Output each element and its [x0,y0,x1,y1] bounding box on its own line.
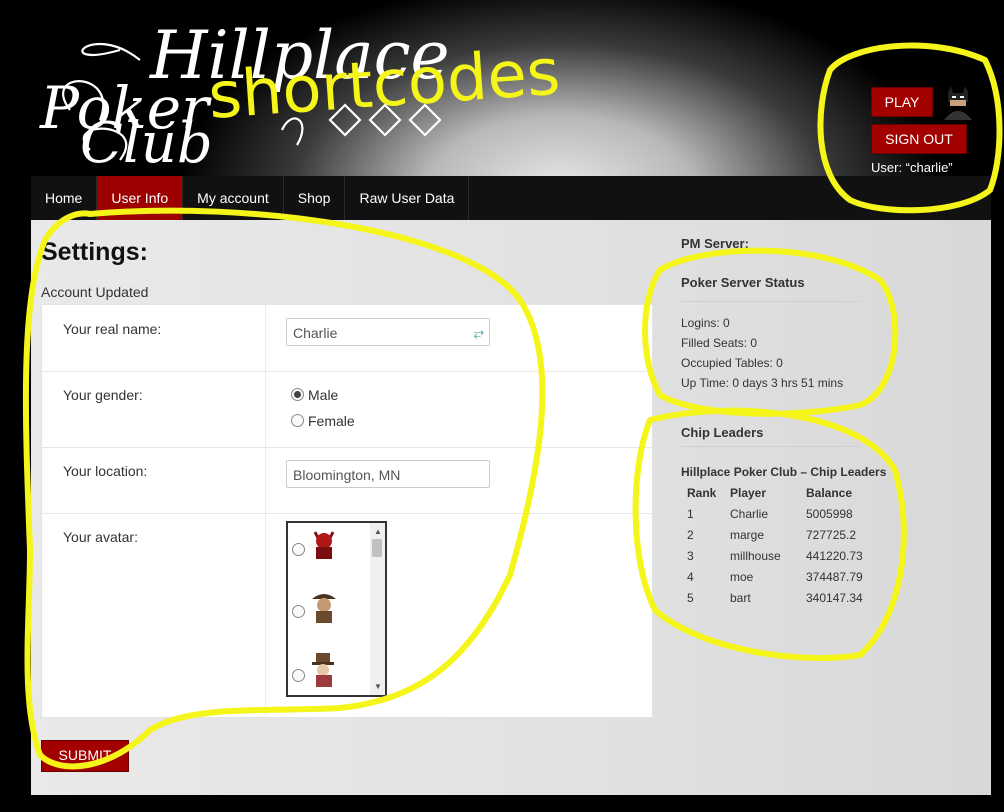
content-area: Settings: Account Updated Your real name… [31,220,991,795]
mad-hatter-avatar-icon [312,653,334,687]
player-header: Player [730,486,767,500]
leaderboard-title: Hillplace Poker Club – Chip Leaders [681,465,887,479]
scroll-down-icon[interactable]: ▼ [374,682,382,691]
play-button[interactable]: PLAY [871,87,933,117]
autofill-icon[interactable]: ⥂ [474,319,484,347]
divider [681,301,861,302]
gender-female-radio[interactable]: Female [291,413,355,429]
player-cell: moe [730,570,754,584]
form-row-name: Your real name: Charlie ⥂ [42,305,652,372]
form-row-gender: Your gender: Male Female [42,371,652,448]
leaderboard-row: 5 bart 340147.34 [687,588,863,609]
avatar-option[interactable] [292,653,334,687]
chip-leaders-title: Chip Leaders [681,425,764,440]
leaderboard-header: Rank Player Balance [687,483,863,504]
server-status-title: Poker Server Status [681,275,805,290]
radio-unchecked-icon[interactable] [292,543,305,556]
sign-out-button[interactable]: SIGN OUT [871,124,967,154]
leaderboard-row: 2 marge 727725.2 [687,525,863,546]
pirate-avatar-icon [312,594,336,623]
form-row-avatar: Your avatar: ▲ ▼ [42,513,652,716]
gender-female-label: Female [308,413,355,429]
divider [681,446,861,447]
avatar-label: Your avatar: [63,529,138,545]
filled-seats-stat: Filled Seats: 0 [681,336,758,350]
radio-unchecked-icon[interactable] [292,605,305,618]
scroll-up-icon[interactable]: ▲ [374,527,382,536]
leaderboard-row: 3 millhouse 441220.73 [687,546,863,567]
avatar-listbox[interactable]: ▲ ▼ [286,521,387,697]
status-message: Account Updated [41,284,149,300]
leaderboard-table: Rank Player Balance 1 Charlie 5005998 2 … [687,483,863,609]
occupied-tables-stat: Occupied Tables: 0 [681,356,783,370]
nav-shop[interactable]: Shop [284,176,346,220]
leaderboard-row: 1 Charlie 5005998 [687,504,863,525]
gender-label: Your gender: [63,387,143,403]
avatar-scrollbar[interactable]: ▲ ▼ [370,523,385,695]
gender-male-label: Male [308,387,339,403]
rank-cell: 4 [687,570,694,584]
form-row-location: Your location: Bloomington, MN [42,447,652,514]
settings-panel: Settings: Account Updated Your real name… [41,220,653,718]
submit-button[interactable]: SUBMIT [41,740,129,772]
server-stats: Logins: 0 Filled Seats: 0 Occupied Table… [681,313,843,393]
nav-my-account[interactable]: My account [183,176,284,220]
location-value: Bloomington, MN [293,467,401,483]
balance-cell: 5005998 [806,507,853,521]
avatar-option[interactable] [292,589,336,623]
real-name-value: Charlie [293,325,338,341]
nav-home[interactable]: Home [31,176,98,220]
devil-avatar-icon [313,531,335,559]
rank-cell: 2 [687,528,694,542]
pm-server-label: PM Server: [681,236,749,251]
site-header: Hillplace Poker Club PLAY SIGN OUT User:… [0,0,1004,176]
rank-cell: 1 [687,507,694,521]
main-nav: Home User Info My account Shop Raw User … [31,176,991,220]
real-name-input[interactable]: Charlie ⥂ [286,318,490,346]
player-cell: bart [730,591,751,605]
scroll-thumb[interactable] [372,539,382,557]
balance-cell: 727725.2 [806,528,857,542]
logins-stat: Logins: 0 [681,316,730,330]
radio-unchecked-icon[interactable] [292,669,305,682]
gender-male-radio[interactable]: Male [291,387,338,403]
location-input[interactable]: Bloomington, MN [286,460,490,488]
balance-cell: 340147.34 [806,591,863,605]
balance-cell: 441220.73 [806,549,863,563]
balance-cell: 374487.79 [806,570,863,584]
location-label: Your location: [63,463,148,479]
rank-header: Rank [687,486,717,500]
player-cell: millhouse [730,549,781,563]
current-user-label: User: “charlie” [871,160,953,175]
radio-unchecked-icon[interactable] [291,414,304,427]
player-cell: marge [730,528,765,542]
page-title: Settings: [41,238,148,266]
balance-header: Balance [806,486,853,500]
settings-form: Your real name: Charlie ⥂ Your gender: M… [41,304,653,718]
nav-raw-user-data[interactable]: Raw User Data [345,176,470,220]
name-label: Your real name: [63,321,162,337]
site-logo[interactable]: Hillplace Poker Club [30,10,490,170]
avatar-option[interactable] [292,527,335,561]
logo-text-bottom: Club [80,111,213,170]
rank-cell: 5 [687,591,694,605]
rank-cell: 3 [687,549,694,563]
leaderboard-row: 4 moe 374487.79 [687,567,863,588]
radio-checked-icon[interactable] [291,388,304,401]
uptime-stat: Up Time: 0 days 3 hrs 51 mins [681,376,844,390]
nav-user-info[interactable]: User Info [97,176,184,220]
player-cell: Charlie [730,507,769,521]
